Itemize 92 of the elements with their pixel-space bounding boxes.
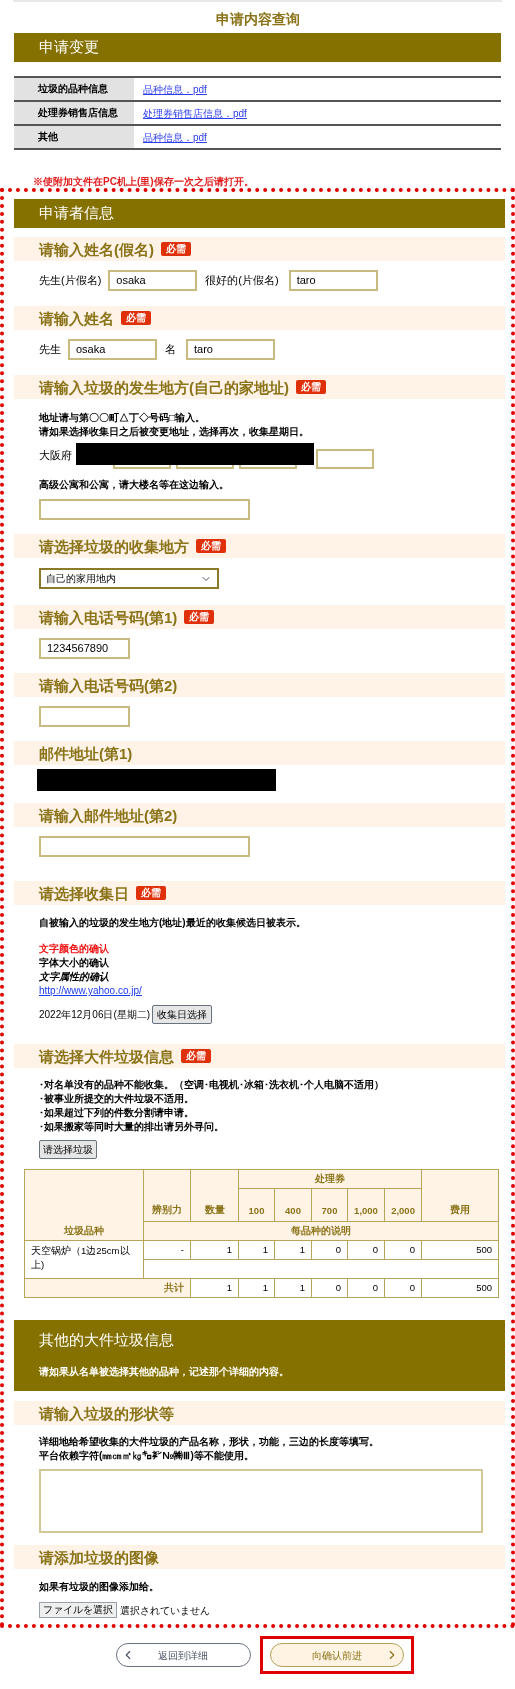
page-title: 申请内容查询 (214, 10, 301, 27)
section-heading: 邮件地址(第1) (39, 745, 133, 761)
date-text: 2022年12月06日(星期二) (39, 1008, 151, 1022)
required-badge: 必需 (161, 242, 191, 256)
banner-note: 请如果从名单被选择其他的品种，记述那个详细的内容。 (39, 1365, 290, 1379)
address-input[interactable] (239, 465, 297, 469)
table-cell: 0 (384, 1278, 422, 1298)
section-heading: 请输入电话号码(第1) (39, 609, 178, 625)
field-label: 很好的(片假名) (205, 273, 279, 289)
prefecture-label: 大阪府 (39, 448, 73, 463)
file-link[interactable]: 品种信息．pdf (143, 81, 207, 97)
table-cell: 0 (311, 1278, 348, 1298)
required-badge: 必需 (181, 1049, 211, 1063)
table-cell: - (143, 1240, 191, 1260)
table-cell: 1 (274, 1240, 312, 1260)
section-heading: 请输入姓名(假名) (39, 241, 154, 257)
row-label: 处理券销售店信息 (14, 102, 134, 124)
table-cell: 天空锅炉（1边25cm以上) (24, 1240, 144, 1279)
column-header: 垃圾品种 (24, 1169, 144, 1241)
sample-text: 文字颜色的确认 (39, 942, 109, 956)
required-badge: 必需 (196, 539, 226, 553)
text-input[interactable] (39, 836, 250, 857)
section-heading: 请添加垃圾的图像 (39, 1549, 159, 1565)
instruction-text: 平台依赖字符(㎜㎝㎡㎏㌔㌢№㈱Ⅲ)等不能使用。 (39, 1449, 255, 1463)
select-garbage-button[interactable]: 请选择垃圾 (39, 1140, 97, 1159)
field-label: 名 (165, 342, 176, 358)
next-button[interactable]: 向确认前进 (269, 1643, 404, 1667)
text-input[interactable]: osaka (108, 270, 198, 291)
required-badge: 必需 (296, 380, 326, 394)
table-cell: 1 (238, 1278, 275, 1298)
section-heading: 请选择收集日 (39, 885, 129, 901)
section-heading: 请输入垃圾的发生地方(自己的家地址) (39, 379, 289, 395)
instruction-text: 地址请与第〇〇町△丁◇号码□输入。 (39, 411, 207, 425)
sample-text: 文字属性的确认 (39, 970, 109, 984)
link[interactable]: http://www.yahoo.co.jp/ (39, 984, 142, 998)
banner-title: 其他的大件垃圾信息 (39, 1330, 175, 1350)
table-cell: 0 (347, 1240, 385, 1260)
collection-date-button[interactable]: 收集日选择 (152, 1005, 213, 1024)
instruction-text: ･被事业所提交的大件垃圾不适用。 (39, 1092, 195, 1106)
text-input[interactable] (39, 706, 130, 727)
text-input[interactable]: 1234567890 (39, 638, 130, 659)
table-cell: 1 (190, 1240, 239, 1260)
text-area[interactable] (39, 1469, 483, 1533)
text-input[interactable]: taro (186, 339, 275, 360)
address-input[interactable] (176, 465, 234, 469)
instruction-text: ･如果搬家等同时大量的排出请另外寻问。 (39, 1120, 225, 1134)
required-badge: 必需 (184, 610, 215, 624)
required-badge: 必需 (136, 886, 166, 900)
section-heading: 请输入邮件地址(第2) (39, 807, 178, 823)
section-heading: 请输入垃圾的形状等 (39, 1405, 174, 1421)
instruction-text: 如果有垃圾的图像添加给。 (39, 1580, 160, 1594)
column-header: 辨别力 (143, 1169, 191, 1222)
row-label: 垃圾的品种信息 (14, 78, 134, 100)
field-label: 先生 (39, 342, 61, 358)
instruction-text: 请如果选择收集日之后被变更地址，选择再次，收集星期日。 (39, 425, 310, 439)
table-cell: 500 (421, 1240, 499, 1260)
address-input[interactable] (316, 449, 374, 469)
table-cell: 0 (384, 1240, 422, 1260)
section-banner: 申请者信息 (14, 199, 505, 228)
file-status: 選択されていません (120, 1603, 210, 1618)
table-cell: 1 (238, 1240, 275, 1260)
text-input[interactable]: osaka (68, 339, 157, 360)
required-badge: 必需 (121, 311, 151, 325)
section-heading: 请选择垃圾的收集地方 (39, 538, 189, 554)
section-heading: 请输入姓名 (39, 310, 114, 326)
field-label: 先生(片假名) (39, 273, 102, 289)
table-cell: 1 (190, 1278, 239, 1298)
choose-file-button[interactable]: ファイルを選択 (39, 1602, 117, 1618)
section-heading: 请输入电话号码(第2) (39, 677, 178, 693)
section-heading: 请选择大件垃圾信息 (39, 1048, 174, 1064)
instruction-text: 详细地给希望收集的大件垃圾的产品名称，形状，功能，三边的长度等填写。 (39, 1435, 380, 1449)
column-header: 数量 (190, 1169, 239, 1222)
notice-text: ※使附加文件在PC机上(里)保存一次之后请打开。 (32, 175, 255, 187)
table-cell: 1 (274, 1278, 312, 1298)
table-cell: 500 (421, 1278, 499, 1298)
column-header: 费用 (421, 1169, 499, 1222)
table-cell: 0 (347, 1278, 385, 1298)
sample-text: 字体大小的确认 (39, 956, 109, 970)
text-input[interactable]: taro (288, 270, 378, 291)
row-label: 其他 (14, 126, 134, 148)
instruction-text: ･如果超过下列的件数分割请申请。 (39, 1106, 195, 1120)
address-input[interactable] (113, 465, 171, 469)
building-input[interactable] (39, 499, 250, 520)
table-cell: 0 (311, 1240, 348, 1260)
section-banner: 申请变更 (14, 33, 501, 62)
file-link[interactable]: 品种信息．pdf (143, 129, 207, 145)
dropdown-select[interactable]: 自己的家用地内 (39, 568, 219, 589)
instruction-text: 高级公寓和公寓，请大楼名等在这边输入。 (39, 478, 230, 492)
file-link[interactable]: 处理券销售店信息．pdf (143, 105, 247, 121)
column-header: 处理券 (238, 1169, 422, 1189)
instruction-text: ･对名单没有的品种不能收集。（空调･电视机･冰箱･洗衣机･个人电脑不适用） (39, 1078, 385, 1092)
instruction-text: 自被输入的垃圾的发生地方(地址)最近的收集候选日被表示。 (39, 916, 307, 930)
